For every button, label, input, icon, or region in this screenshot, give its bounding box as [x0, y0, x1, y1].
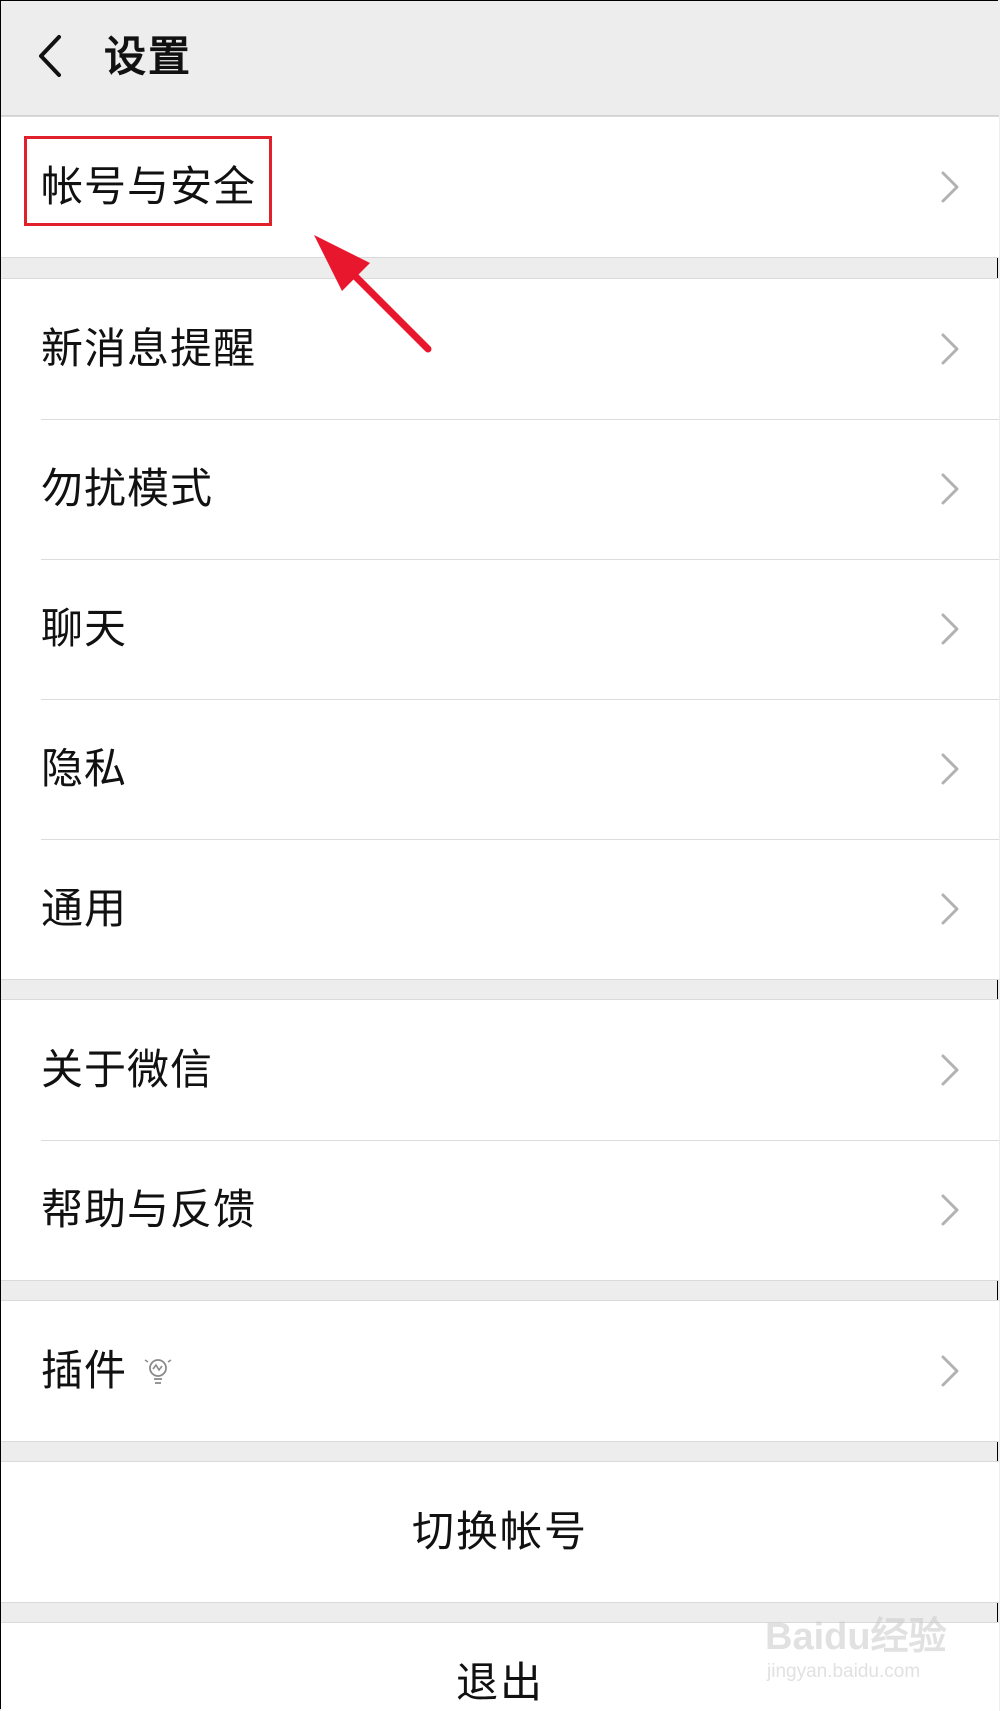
chevron-left-icon[interactable] — [31, 31, 71, 81]
menu-item-label: 新消息提醒 — [41, 324, 257, 373]
chevron-right-icon — [941, 753, 959, 785]
menu-item-help-feedback[interactable]: 帮助与反馈 — [1, 1140, 999, 1280]
menu-item-label: 隐私 — [41, 744, 128, 793]
menu-item-chat[interactable]: 聊天 — [1, 559, 999, 699]
chevron-right-icon — [941, 613, 959, 645]
chevron-right-icon — [941, 333, 959, 365]
watermark-url: jingyan.baidu.com — [767, 1661, 921, 1682]
top-bar: 设置 — [1, 1, 999, 116]
lightbulb-icon — [144, 1359, 172, 1384]
menu-item-new-message-alert[interactable]: 新消息提醒 — [1, 279, 999, 419]
chevron-right-icon — [941, 473, 959, 505]
switch-account-row[interactable]: 切换帐号 — [1, 1461, 999, 1603]
menu-item-label: 插件 — [41, 1346, 128, 1395]
chevron-right-icon — [941, 171, 959, 203]
chevron-right-icon — [941, 1355, 959, 1387]
settings-group-plugins: 插件 — [1, 1300, 999, 1442]
chevron-right-icon — [941, 1194, 959, 1226]
red-arrow-annotation — [314, 235, 432, 353]
menu-item-label: 通用 — [41, 884, 128, 933]
watermark-brand: Baidu经验 — [765, 1616, 947, 1658]
menu-item-label: 关于微信 — [41, 1045, 214, 1094]
baidu-jingyan-watermark: Baidu经验 jingyan.baidu.com — [765, 1605, 975, 1695]
settings-group-general: 新消息提醒 勿扰模式 聊天 隐私 通用 — [1, 278, 999, 980]
menu-item-general[interactable]: 通用 — [1, 839, 999, 979]
menu-item-do-not-disturb[interactable]: 勿扰模式 — [1, 419, 999, 559]
page-title: 设置 — [104, 32, 193, 81]
highlight-box — [24, 136, 272, 226]
chevron-right-icon — [941, 1054, 959, 1086]
menu-item-about-wechat[interactable]: 关于微信 — [1, 1000, 999, 1140]
menu-item-label: 聊天 — [41, 604, 128, 653]
switch-account-button[interactable]: 切换帐号 — [1, 1462, 999, 1602]
chevron-right-icon — [941, 893, 959, 925]
menu-item-label: 帮助与反馈 — [41, 1185, 257, 1234]
menu-item-label: 勿扰模式 — [41, 464, 214, 513]
menu-item-plugins[interactable]: 插件 — [1, 1301, 999, 1441]
menu-item-privacy[interactable]: 隐私 — [1, 699, 999, 839]
settings-group-about: 关于微信 帮助与反馈 — [1, 999, 999, 1281]
